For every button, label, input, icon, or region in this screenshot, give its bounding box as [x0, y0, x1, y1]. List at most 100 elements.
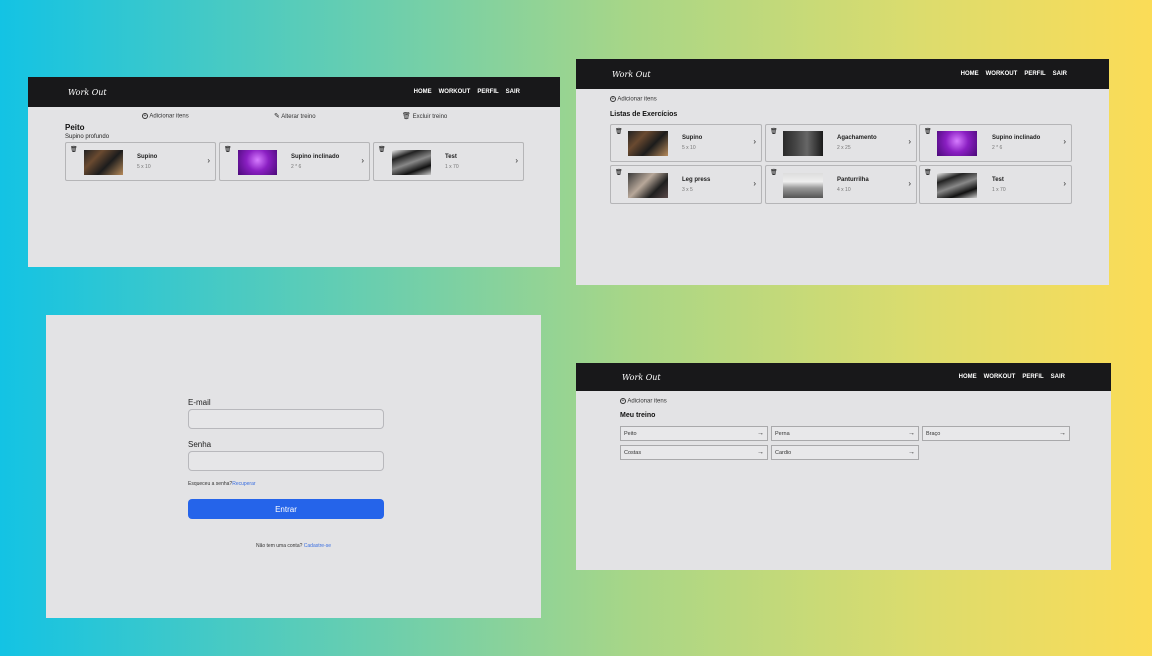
signup-text: Não tem uma conta?	[255, 543, 303, 549]
nav-sair[interactable]: SAIR	[1051, 374, 1065, 380]
exercise-reps: 3 x 5	[682, 187, 693, 193]
brand-logo[interactable]: Work Out	[612, 70, 651, 79]
nav-home[interactable]: HOME	[959, 374, 977, 380]
nav-sair[interactable]: SAIR	[1053, 71, 1067, 77]
recover-link[interactable]: Recuperar	[232, 481, 255, 487]
nav-home[interactable]: HOME	[961, 71, 979, 77]
category-item[interactable]: Costas →	[620, 445, 768, 460]
chevron-right-icon[interactable]: ›	[753, 137, 756, 146]
trash-icon[interactable]: 🗑	[770, 128, 778, 135]
chevron-right-icon[interactable]: ›	[361, 156, 364, 165]
arrow-right-icon: →	[757, 449, 764, 456]
chevron-right-icon[interactable]: ›	[1063, 179, 1066, 188]
brand-logo[interactable]: Work Out	[622, 373, 661, 382]
email-field[interactable]	[188, 409, 384, 429]
brand-logo[interactable]: Work Out	[68, 88, 107, 97]
exercise-card[interactable]: 🗑 Supino 5 x 10 ›	[65, 142, 216, 181]
trash-icon[interactable]: 🗑	[615, 169, 623, 176]
exercise-card[interactable]: 🗑 Panturrilha 4 x 10 ›	[765, 165, 917, 204]
nav-menu: HOME WORKOUT PERFIL SAIR	[959, 374, 1065, 380]
exercise-reps: 2 * 6	[291, 164, 302, 170]
category-item[interactable]: Peito →	[620, 426, 768, 441]
category-item[interactable]: Braço →	[922, 426, 1070, 441]
trash-icon[interactable]: 🗑	[378, 146, 386, 153]
forgot-password: Esqueceu a senha?Recuperar	[188, 481, 256, 487]
exercise-reps: 2 x 25	[837, 145, 851, 151]
add-items-button[interactable]: + Adicionar itens	[620, 398, 667, 405]
login-button[interactable]: Entrar	[188, 499, 384, 519]
login-panel: E-mail Senha Esqueceu a senha?Recuperar …	[46, 315, 541, 618]
chevron-right-icon[interactable]: ›	[908, 137, 911, 146]
my-workout-panel: Work Out HOME WORKOUT PERFIL SAIR + Adic…	[576, 363, 1111, 570]
edit-workout-label: Alterar treino	[281, 114, 316, 120]
chevron-right-icon[interactable]: ›	[908, 179, 911, 188]
exercise-card[interactable]: 🗑 Supino inclinado 2 * 6 ›	[919, 124, 1072, 162]
category-label: Braço	[926, 430, 941, 437]
trash-icon[interactable]: 🗑	[70, 146, 78, 153]
nav-sair[interactable]: SAIR	[506, 89, 520, 95]
nav-workout[interactable]: WORKOUT	[984, 374, 1016, 380]
exercise-list-panel: Work Out HOME WORKOUT PERFIL SAIR + Adic…	[576, 59, 1109, 285]
trash-icon[interactable]: 🗑	[770, 169, 778, 176]
nav-menu: HOME WORKOUT PERFIL SAIR	[961, 71, 1067, 77]
exercise-card[interactable]: 🗑 Test 1 x 70 ›	[373, 142, 524, 181]
trash-icon[interactable]: 🗑	[924, 169, 932, 176]
category-label: Perna	[775, 430, 790, 437]
exercise-card[interactable]: 🗑 Agachamento 2 x 25 ›	[765, 124, 917, 162]
category-label: Peito	[624, 430, 637, 437]
trash-icon[interactable]: 🗑	[615, 128, 623, 135]
exercise-thumbnail	[628, 173, 668, 198]
edit-workout-button[interactable]: ✎ Alterar treino	[274, 113, 316, 120]
nav-home[interactable]: HOME	[414, 89, 432, 95]
exercise-reps: 2 * 6	[992, 145, 1003, 151]
exercise-card[interactable]: 🗑 Leg press 3 x 5 ›	[610, 165, 762, 204]
arrow-right-icon: →	[908, 449, 915, 456]
arrow-right-icon: →	[1059, 430, 1066, 437]
exercise-thumbnail	[937, 173, 977, 198]
exercise-name: Supino	[682, 135, 703, 141]
exercise-reps: 1 x 70	[445, 164, 459, 170]
email-label: E-mail	[188, 398, 211, 407]
nav-perfil[interactable]: PERFIL	[1024, 71, 1045, 77]
exercise-reps: 4 x 10	[837, 187, 851, 193]
chevron-right-icon[interactable]: ›	[753, 179, 756, 188]
exercise-card[interactable]: 🗑 Supino inclinado 2 * 6 ›	[219, 142, 370, 181]
exercise-thumbnail	[392, 150, 431, 175]
trash-icon[interactable]: 🗑	[924, 128, 932, 135]
trash-icon[interactable]: 🗑	[224, 146, 232, 153]
nav-workout[interactable]: WORKOUT	[986, 71, 1018, 77]
add-items-label: Adicionar itens	[627, 398, 667, 405]
chevron-right-icon[interactable]: ›	[515, 156, 518, 165]
add-items-button[interactable]: + Adicionar itens	[610, 96, 657, 103]
exercise-thumbnail	[84, 150, 123, 175]
nav-menu: HOME WORKOUT PERFIL SAIR	[414, 89, 520, 95]
edit-icon: ✎	[274, 113, 280, 120]
chevron-right-icon[interactable]: ›	[1063, 137, 1066, 146]
add-items-label: Adicionar itens	[617, 96, 657, 103]
password-field[interactable]	[188, 451, 384, 471]
category-item[interactable]: Perna →	[771, 426, 919, 441]
nav-workout[interactable]: WORKOUT	[439, 89, 471, 95]
delete-workout-button[interactable]: 🗑 Excluir treino	[402, 113, 447, 120]
exercise-reps: 5 x 10	[682, 145, 696, 151]
exercise-thumbnail	[937, 131, 977, 156]
exercise-thumbnail	[628, 131, 668, 156]
delete-workout-label: Excluir treino	[412, 114, 448, 120]
add-items-label: Adicionar itens	[149, 113, 189, 120]
navbar: Work Out HOME WORKOUT PERFIL SAIR	[28, 77, 560, 107]
exercise-card[interactable]: 🗑 Supino 5 x 10 ›	[610, 124, 762, 162]
signup-link[interactable]: Cadastre-se	[304, 543, 331, 549]
exercise-name: Supino inclinado	[992, 135, 1041, 141]
navbar: Work Out HOME WORKOUT PERFIL SAIR	[576, 363, 1111, 391]
add-items-button[interactable]: + Adicionar itens	[142, 113, 189, 120]
exercise-card[interactable]: 🗑 Test 1 x 70 ›	[919, 165, 1072, 204]
exercise-reps: 5 x 10	[137, 164, 151, 170]
nav-perfil[interactable]: PERFIL	[477, 89, 498, 95]
forgot-text: Esqueceu a senha?	[188, 481, 233, 487]
section-title: Listas de Exercícios	[610, 111, 678, 118]
chevron-right-icon[interactable]: ›	[207, 156, 210, 165]
nav-perfil[interactable]: PERFIL	[1022, 374, 1043, 380]
signup-prompt: Não tem uma conta? Cadastre-se	[46, 543, 541, 549]
category-item[interactable]: Cardio →	[771, 445, 919, 460]
arrow-right-icon: →	[757, 430, 764, 437]
